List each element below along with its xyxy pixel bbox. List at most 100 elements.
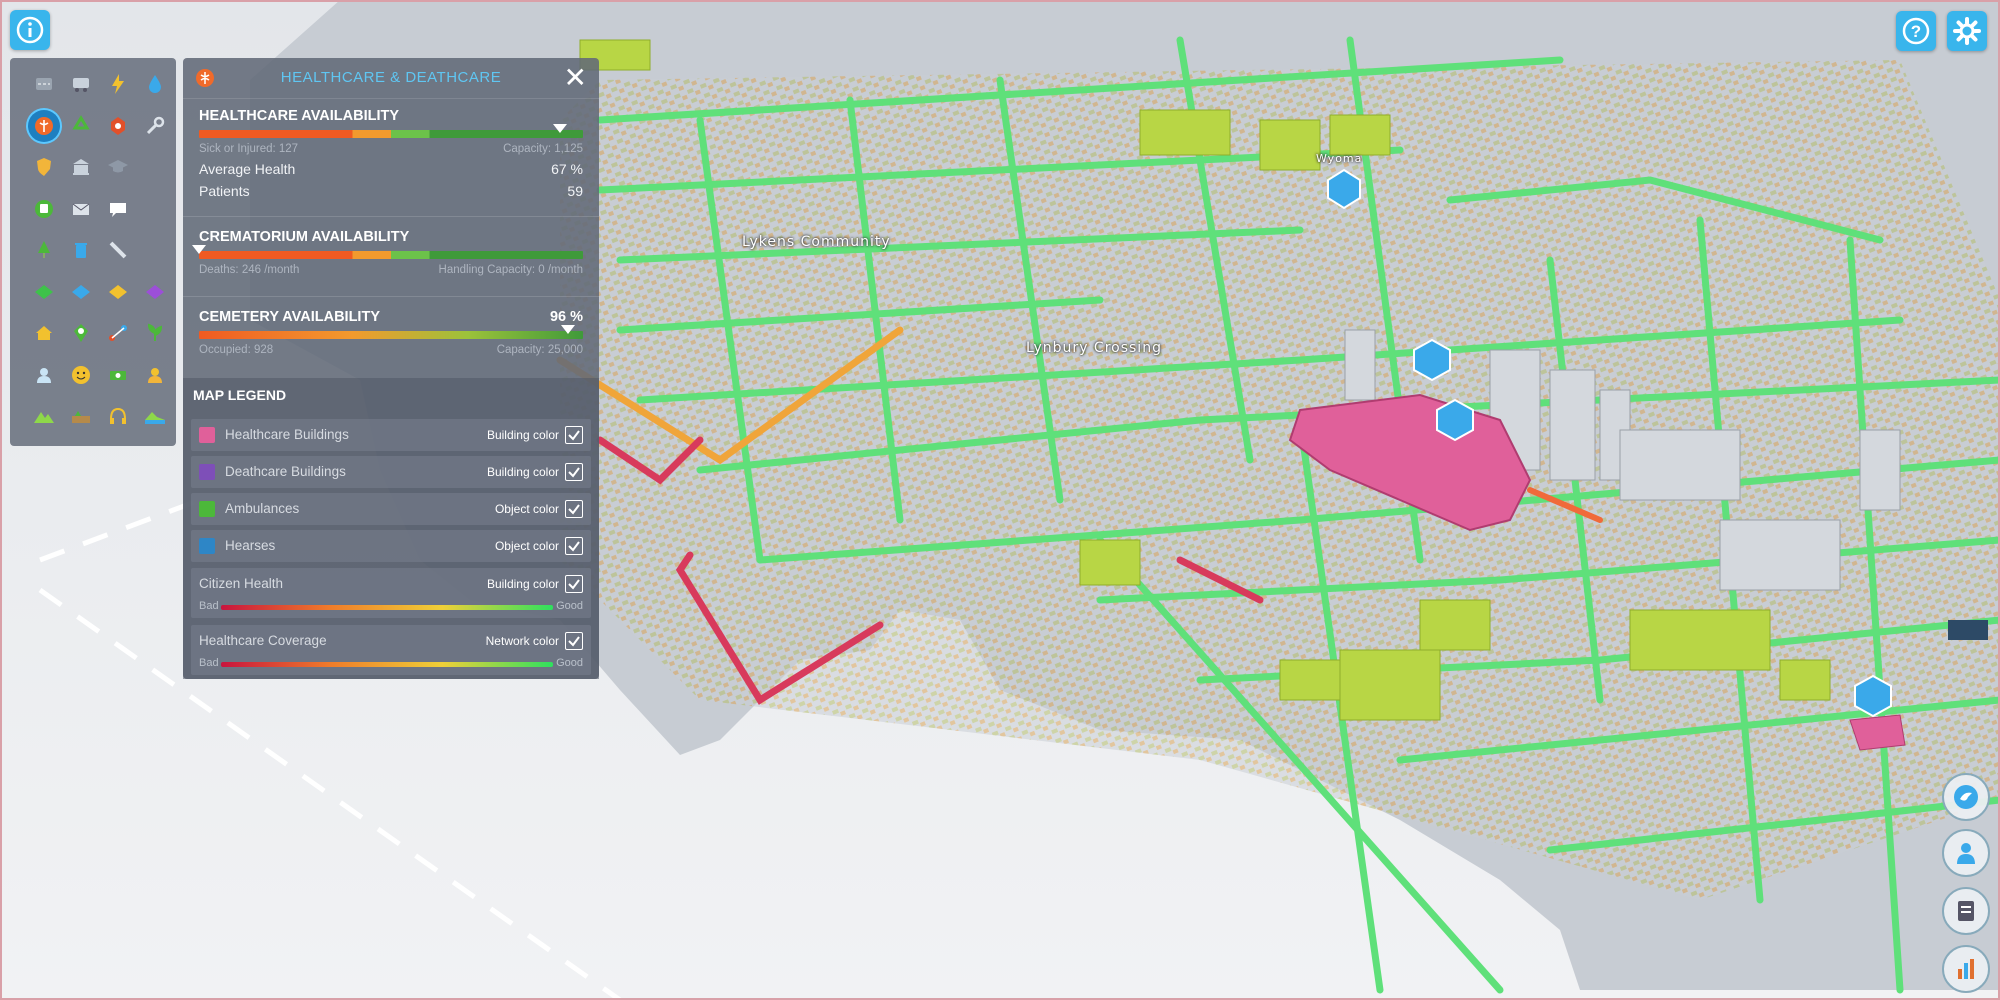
district-label: Wyoma xyxy=(1316,152,1363,165)
transport-tool[interactable] xyxy=(65,68,97,100)
availability-bar xyxy=(199,325,583,339)
tree-icon xyxy=(38,241,50,258)
legend-mode: Building color xyxy=(486,428,559,442)
money-tool[interactable] xyxy=(102,359,134,391)
sick-label: Sick or Injured: 127 xyxy=(199,143,299,155)
deaths-label: Deaths: 246 /month xyxy=(199,264,300,276)
residential-zone-tool[interactable] xyxy=(28,276,60,308)
worker-tool[interactable] xyxy=(139,359,171,391)
checkmark-icon xyxy=(568,636,580,647)
legend-label: Healthcare Buildings xyxy=(225,427,349,442)
legend-label: Ambulances xyxy=(225,501,300,516)
plant-icon xyxy=(147,323,163,341)
commercial-zone-icon xyxy=(72,284,90,299)
legend-checkbox[interactable] xyxy=(565,500,583,518)
healthcare-tool[interactable] xyxy=(28,109,60,142)
legend-checkbox[interactable] xyxy=(565,632,583,650)
citizens-tool[interactable] xyxy=(28,359,60,391)
plant-tool[interactable] xyxy=(139,317,171,349)
availability-marker xyxy=(552,124,567,133)
healthcare-building[interactable] xyxy=(1849,714,1906,751)
legend-item[interactable]: Hearses Object color xyxy=(191,530,591,562)
info-button[interactable] xyxy=(10,10,50,50)
house-tool[interactable] xyxy=(28,317,60,349)
office-zone-icon xyxy=(146,284,164,299)
fire-tool[interactable] xyxy=(102,110,134,142)
divider xyxy=(183,216,599,217)
gradient-bad-label: Bad xyxy=(199,600,219,612)
help-button[interactable]: ? xyxy=(1896,11,1936,51)
citizen-button[interactable] xyxy=(1942,829,1990,877)
stat-label: Patients xyxy=(199,183,250,199)
commercial-zone-tool[interactable] xyxy=(65,276,97,308)
money-icon xyxy=(110,370,126,380)
help-icon: ? xyxy=(1902,17,1930,45)
water-tool[interactable] xyxy=(139,68,171,100)
occupied-label: Occupied: 928 xyxy=(199,344,274,356)
checkmark-icon xyxy=(568,430,580,441)
wrench-tool[interactable] xyxy=(139,110,171,142)
legend-item[interactable]: Ambulances Object color xyxy=(191,493,591,525)
notes-button[interactable] xyxy=(1942,887,1990,935)
pipe-tool[interactable] xyxy=(102,234,134,266)
police-tool[interactable] xyxy=(28,151,60,183)
soil-tool[interactable] xyxy=(65,400,97,432)
healthcare-panel: HEALTHCARE & DEATHCARE ✕ HEALTHCARE AVAI… xyxy=(183,58,599,679)
gradient-bad-label: Bad xyxy=(199,657,219,669)
roads-icon xyxy=(36,78,52,90)
tree-tool[interactable] xyxy=(28,234,60,266)
recycle-tool[interactable] xyxy=(65,110,97,142)
chirper-button[interactable] xyxy=(1942,773,1990,821)
worker-icon xyxy=(148,367,162,383)
panel-header: HEALTHCARE & DEATHCARE ✕ xyxy=(183,58,599,99)
industrial-zone-tool[interactable] xyxy=(102,276,134,308)
healthcare-availability-section: HEALTHCARE AVAILABILITY Sick or Injured:… xyxy=(199,108,583,199)
education-building-icon xyxy=(73,159,89,175)
terrain-tool[interactable] xyxy=(28,400,60,432)
close-button[interactable]: ✕ xyxy=(564,64,587,92)
svg-text:?: ? xyxy=(1911,22,1921,41)
availability-marker xyxy=(192,245,206,254)
electricity-tool[interactable] xyxy=(102,68,134,100)
legend-gradient-item[interactable]: Citizen Health Building color Bad Good xyxy=(191,568,591,618)
empty-slot xyxy=(139,151,171,183)
infoview-toolbar xyxy=(10,58,176,446)
sound-button[interactable] xyxy=(1942,945,1990,993)
healthcare-icon xyxy=(35,116,53,135)
headphones-tool[interactable] xyxy=(102,400,134,432)
map-legend: MAP LEGEND Healthcare Buildings Building… xyxy=(183,378,599,679)
gradient-good-label: Good xyxy=(556,600,583,612)
route-icon xyxy=(109,325,127,341)
bus-tool[interactable] xyxy=(28,193,60,225)
trash-tool[interactable] xyxy=(65,234,97,266)
happiness-tool[interactable] xyxy=(65,359,97,391)
map-pin-icon xyxy=(74,324,88,342)
checkmark-icon xyxy=(568,504,580,515)
mail-tool[interactable] xyxy=(65,193,97,225)
stat-value: 59 xyxy=(567,183,583,199)
electricity-icon xyxy=(112,74,124,94)
checkmark-icon xyxy=(568,541,580,552)
legend-item[interactable]: Healthcare Buildings Building color xyxy=(191,419,591,451)
route-tool[interactable] xyxy=(102,317,134,349)
legend-checkbox[interactable] xyxy=(565,575,583,593)
legend-checkbox[interactable] xyxy=(565,537,583,555)
legend-gradient-item[interactable]: Healthcare Coverage Network color Bad Go… xyxy=(191,625,591,675)
sound-icon xyxy=(1958,959,1974,979)
chat-tool[interactable] xyxy=(102,193,134,225)
map-pin-tool[interactable] xyxy=(65,317,97,349)
legend-checkbox[interactable] xyxy=(565,426,583,444)
gradient-bar xyxy=(221,605,553,610)
water-icon xyxy=(149,75,161,93)
settings-button[interactable] xyxy=(1947,11,1987,51)
district-label: Lynbury Crossing xyxy=(1026,340,1162,356)
legend-item[interactable]: Deathcare Buildings Building color xyxy=(191,456,591,488)
water-terrain-tool[interactable] xyxy=(139,400,171,432)
legend-label: Healthcare Coverage xyxy=(199,633,327,648)
office-zone-tool[interactable] xyxy=(139,276,171,308)
roads-tool[interactable] xyxy=(28,68,60,100)
legend-checkbox[interactable] xyxy=(565,463,583,481)
legend-mode: Object color xyxy=(494,502,559,516)
education-building-tool[interactable] xyxy=(65,151,97,183)
graduation-tool[interactable] xyxy=(102,151,134,183)
